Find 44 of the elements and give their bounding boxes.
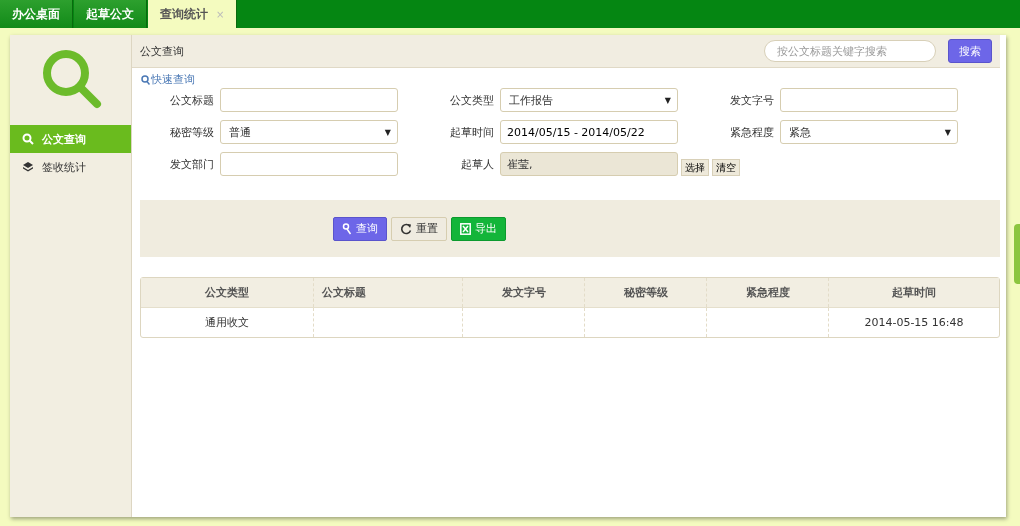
search-button[interactable]: 搜索 (948, 39, 992, 63)
column-header: 公文标题 (313, 278, 462, 307)
field-label: 发文字号 (729, 92, 774, 108)
column-header: 公文类型 (204, 285, 250, 301)
input-field[interactable] (220, 152, 398, 176)
input-field[interactable] (780, 88, 958, 112)
table-cell: 2014-05-15 16:48 (828, 308, 999, 337)
key-icon (342, 222, 352, 235)
spreadsheet-icon (460, 222, 471, 235)
select-field[interactable]: 紧急 ▼ (780, 120, 958, 144)
tab[interactable]: 办公桌面 (0, 0, 73, 28)
small-button[interactable]: 清空 (712, 159, 740, 176)
field-label: 公文标题 (169, 92, 214, 108)
column-header: 发文字号 (462, 278, 584, 307)
quick-query-link[interactable]: 快速查询 (132, 68, 195, 87)
field-label: 公文类型 (449, 92, 494, 108)
field-label: 发文部门 (169, 156, 214, 172)
search-field[interactable]: 按公文标题关键字搜索 (764, 40, 936, 62)
tab[interactable]: 查询统计 × (148, 0, 238, 28)
search-icon (40, 47, 104, 111)
input-field[interactable]: 崔莹, (500, 152, 678, 176)
small-button[interactable]: 选择 (681, 159, 709, 176)
field-label: 秘密等级 (169, 124, 214, 140)
sidebar-item[interactable]: 签收统计 (10, 153, 131, 181)
field-label: 起草人 (460, 156, 494, 172)
panel-title: 公文查询 (140, 43, 185, 59)
tab[interactable]: 起草公文 (74, 0, 147, 28)
refresh-icon (400, 222, 412, 235)
reset-button[interactable]: 重置 (391, 216, 447, 241)
search-icon (22, 133, 34, 145)
table-cell-text: 通用收文 (204, 315, 250, 331)
input-field[interactable]: 2014/05/15 - 2014/05/22 (500, 120, 678, 144)
collapse-handle[interactable] (1014, 224, 1020, 284)
select-field[interactable]: 普通 ▼ (220, 120, 398, 144)
field-label: 起草时间 (449, 124, 494, 140)
query-button[interactable]: 查询 (333, 216, 387, 241)
input-field[interactable] (220, 88, 398, 112)
column-header: 秘密等级 (584, 278, 706, 307)
field-label: 紧急程度 (729, 124, 774, 140)
search-icon (141, 74, 150, 85)
column-header: 起草时间 (828, 278, 999, 307)
select-field[interactable]: 工作报告 ▼ (500, 88, 678, 112)
column-header: 紧急程度 (706, 278, 828, 307)
layers-icon (22, 161, 34, 173)
